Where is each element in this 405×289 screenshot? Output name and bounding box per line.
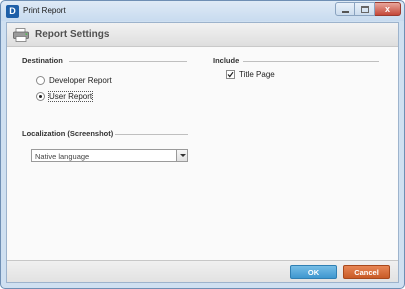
print-report-window: D Print Report x Report Settings Destina… bbox=[0, 0, 405, 289]
destination-divider bbox=[69, 61, 187, 62]
section-title: Report Settings bbox=[35, 29, 110, 40]
radio-button[interactable] bbox=[36, 76, 45, 85]
radio-label: User Report bbox=[47, 91, 94, 102]
dialog-footer: OK Cancel bbox=[7, 260, 398, 282]
title-bar[interactable]: D Print Report x bbox=[1, 1, 404, 21]
cancel-button[interactable]: Cancel bbox=[343, 265, 390, 279]
radio-label: Developer Report bbox=[49, 76, 112, 85]
dialog-content: Report Settings Destination Developer Re… bbox=[6, 22, 399, 283]
localization-divider bbox=[115, 134, 188, 135]
radio-button-selected[interactable] bbox=[36, 92, 45, 101]
minimize-button[interactable] bbox=[335, 2, 355, 16]
app-logo-icon: D bbox=[6, 5, 19, 18]
localization-select[interactable]: Native language bbox=[31, 149, 188, 162]
maximize-button[interactable] bbox=[355, 2, 375, 16]
title-page-checkbox[interactable] bbox=[226, 70, 235, 79]
destination-group-label: Destination bbox=[22, 56, 63, 65]
localization-group-label: Localization (Screenshot) bbox=[22, 129, 114, 138]
ok-button[interactable]: OK bbox=[290, 265, 337, 279]
title-page-label: Title Page bbox=[239, 70, 275, 79]
close-button[interactable]: x bbox=[375, 2, 401, 16]
minimize-icon bbox=[342, 11, 349, 13]
close-icon: x bbox=[384, 4, 390, 14]
include-divider bbox=[243, 61, 379, 62]
maximize-icon bbox=[361, 6, 369, 13]
localization-select-value: Native language bbox=[35, 152, 90, 161]
window-title: Print Report bbox=[23, 6, 66, 15]
printer-icon bbox=[13, 28, 29, 42]
include-group-label: Include bbox=[213, 56, 240, 65]
section-header: Report Settings bbox=[7, 23, 398, 47]
checkmark-icon bbox=[227, 71, 234, 78]
chevron-down-icon[interactable] bbox=[176, 150, 187, 161]
